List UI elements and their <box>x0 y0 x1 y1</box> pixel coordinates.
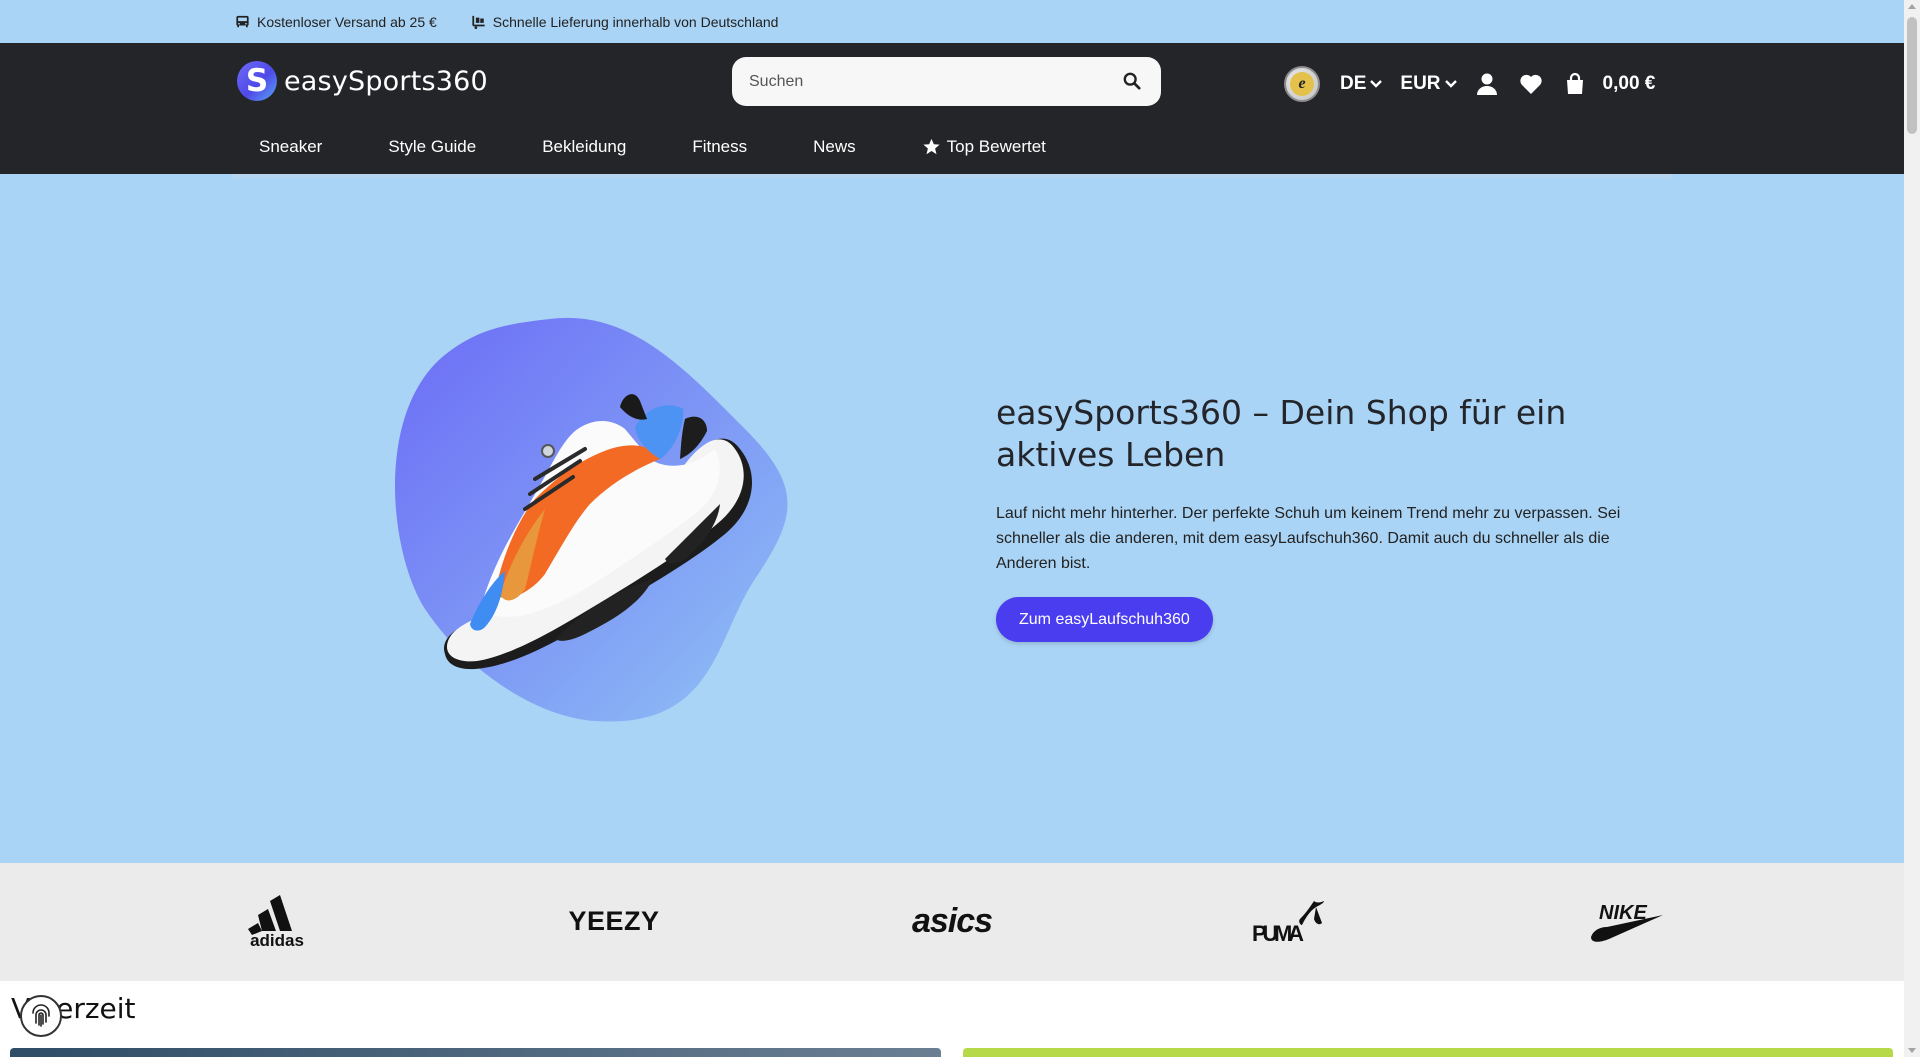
header-shadow <box>232 174 1672 180</box>
trust-badge-letter: e <box>1290 72 1314 96</box>
truck-loading-icon <box>472 15 485 29</box>
account-button[interactable] <box>1475 72 1499 96</box>
brand-strip: adidas YEEZY asics PUMA NIKE <box>0 863 1904 981</box>
fast-delivery-text: Schnelle Lieferung innerhalb von Deutsch… <box>492 13 779 30</box>
search-icon[interactable] <box>1123 72 1141 90</box>
nav-label: Fitness <box>692 137 748 156</box>
currency-select[interactable]: EUR <box>1400 73 1457 95</box>
hero-banner: easySports360 – Dein Shop für ein aktive… <box>0 174 1904 863</box>
logo-mark-letter: S <box>245 63 269 99</box>
user-icon <box>1476 73 1497 95</box>
cart-total[interactable]: 0,00 € <box>1603 73 1656 95</box>
brand-name-puma: PUMA <box>1252 921 1304 945</box>
search-input[interactable] <box>732 57 1102 106</box>
hero-description: Lauf nicht mehr hinterher. Der perfekte … <box>996 505 1621 572</box>
heart-icon <box>1519 74 1542 94</box>
brand-asics[interactable]: asics <box>910 891 994 951</box>
hero-cta-button[interactable]: Zum easyLaufschuh360 <box>996 597 1213 642</box>
nav-bekleidung[interactable]: Bekleidung <box>542 137 626 157</box>
cart-button[interactable] <box>1563 72 1587 96</box>
teaser-card-right[interactable] <box>963 1048 1893 1057</box>
bus-icon <box>236 15 249 27</box>
main-nav: Sneaker Style Guide Bekleidung Fitness N… <box>259 137 1112 157</box>
privacy-settings-button[interactable] <box>20 995 62 1037</box>
nav-label: Style Guide <box>388 137 477 156</box>
logo-text: easySports360 <box>284 65 488 97</box>
logo-mark-icon: S <box>237 61 277 101</box>
free-shipping-text: Kostenloser Versand ab 25 € <box>257 13 437 30</box>
brand-nike[interactable]: NIKE <box>1585 891 1665 951</box>
wishlist-button[interactable] <box>1519 72 1543 96</box>
free-shipping-note: Kostenloser Versand ab 25 € <box>235 14 437 30</box>
chevron-down-icon <box>1444 80 1457 88</box>
scroll-up-arrow-icon[interactable] <box>1908 4 1916 9</box>
chevron-down-icon <box>1370 80 1383 88</box>
fast-delivery-note: Schnelle Lieferung innerhalb von Deutsch… <box>471 13 779 30</box>
fingerprint-icon <box>32 1004 50 1027</box>
brand-name-asics: asics <box>911 901 993 940</box>
scroll-down-arrow-icon[interactable] <box>1908 1048 1916 1053</box>
puma-logo-icon: PUMA <box>1252 901 1324 945</box>
site-header: S easySports360 e DE EUR 0,00 € Sneaker … <box>0 43 1904 174</box>
star-icon <box>923 138 940 155</box>
hero-title: easySports360 – Dein Shop für ein aktive… <box>996 393 1567 474</box>
language-select[interactable]: DE <box>1340 73 1383 95</box>
sneaker-illustration <box>395 317 788 722</box>
nav-label: Bekleidung <box>542 137 627 156</box>
search-bar <box>732 57 1161 106</box>
nike-logo-icon: NIKE <box>1591 902 1663 942</box>
brand-adidas[interactable]: adidas <box>240 891 315 951</box>
trusted-shops-badge[interactable]: e <box>1284 66 1320 102</box>
teaser-card-left[interactable] <box>10 1048 941 1057</box>
brand-name-adidas: adidas <box>250 931 304 947</box>
scroll-thumb[interactable] <box>1907 17 1917 134</box>
nav-label: Top Bewertet <box>946 137 1046 156</box>
nav-style-guide[interactable]: Style Guide <box>388 137 476 157</box>
brand-puma[interactable]: PUMA <box>1250 891 1326 951</box>
nav-label: News <box>813 137 856 156</box>
currency-value: EUR <box>1400 73 1441 94</box>
page-scrollbar[interactable] <box>1904 0 1920 1057</box>
brand-yeezy[interactable]: YEEZY <box>568 891 659 951</box>
adidas-logo-icon: adidas <box>248 895 304 947</box>
nav-news[interactable]: News <box>813 137 856 157</box>
nav-top-bewertet[interactable]: Top Bewertet <box>922 137 1046 157</box>
site-logo[interactable]: S easySports360 <box>237 61 488 101</box>
language-value: DE <box>1340 73 1367 94</box>
shopping-bag-icon <box>1566 72 1583 94</box>
nav-fitness[interactable]: Fitness <box>692 137 747 157</box>
nav-sneaker[interactable]: Sneaker <box>259 137 322 157</box>
brand-name-yeezy: YEEZY <box>568 905 660 936</box>
info-bar: Kostenloser Versand ab 25 € Schnelle Lie… <box>0 0 1904 43</box>
nav-label: Sneaker <box>259 137 323 156</box>
